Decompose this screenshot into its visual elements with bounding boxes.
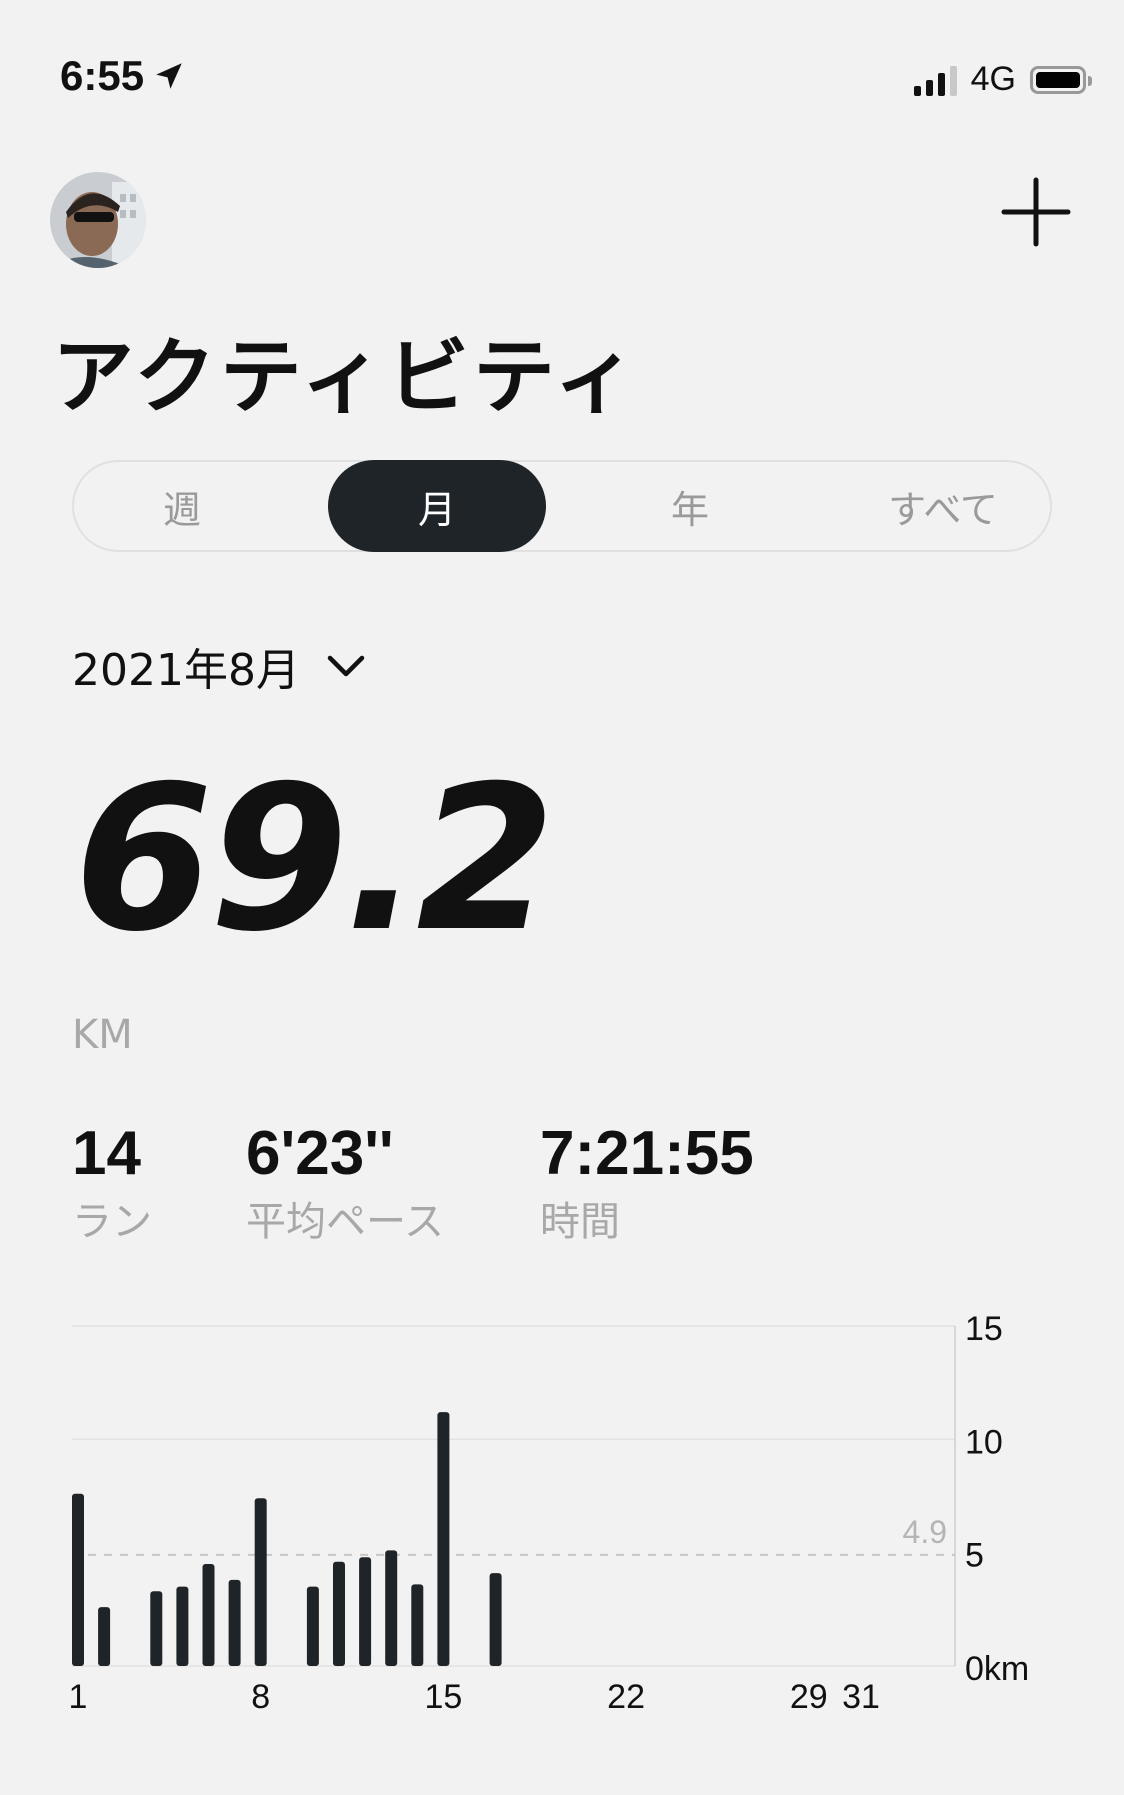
y-tick-label: 10 bbox=[965, 1423, 1003, 1461]
battery-icon bbox=[1030, 65, 1092, 94]
x-tick-label: 8 bbox=[251, 1678, 270, 1716]
total-distance: 69.2 bbox=[74, 743, 555, 976]
stat-time-label: 時間 bbox=[540, 1199, 620, 1245]
tab-all[interactable]: すべて bbox=[834, 460, 1052, 552]
period-label: 2021年8月 bbox=[72, 645, 300, 696]
status-indicators: 4G bbox=[913, 60, 1092, 99]
chart-bar bbox=[411, 1584, 424, 1666]
chevron-down-icon bbox=[327, 655, 365, 677]
chart-bar bbox=[176, 1586, 189, 1666]
y-tick-label: 15 bbox=[965, 1310, 1003, 1348]
x-tick-label: 22 bbox=[607, 1678, 645, 1716]
period-selector[interactable]: 2021年8月 bbox=[72, 634, 366, 698]
stat-pace-label: 平均ペース bbox=[246, 1199, 444, 1245]
chart-bar bbox=[359, 1557, 372, 1666]
y-tick-label: 5 bbox=[965, 1537, 984, 1575]
status-time: 6:55 bbox=[60, 52, 186, 100]
network-type: 4G bbox=[970, 60, 1016, 98]
stat-time-value: 7:21:55 bbox=[540, 1119, 754, 1188]
y-tick-label: 0km bbox=[965, 1650, 1029, 1688]
chart-bar bbox=[150, 1591, 163, 1666]
stat-pace-value: 6'23'' bbox=[246, 1119, 394, 1188]
x-tick-label: 1 bbox=[69, 1678, 88, 1716]
tab-month[interactable]: 月 bbox=[328, 460, 546, 552]
status-time-text: 6:55 bbox=[60, 52, 145, 99]
chart-bar bbox=[72, 1493, 84, 1666]
avatar[interactable] bbox=[50, 172, 146, 268]
x-tick-label: 15 bbox=[424, 1678, 462, 1716]
distance-unit: KM bbox=[72, 1012, 133, 1058]
tab-year[interactable]: 年 bbox=[582, 460, 798, 552]
chart-bar bbox=[202, 1564, 215, 1666]
page-title: アクティビティ bbox=[52, 330, 641, 425]
distance-bar-chart: 15 10 5 0km 4.9 1 8 15 22 29 31 bbox=[69, 1310, 1030, 1716]
plus-icon[interactable] bbox=[1000, 176, 1072, 248]
chart-bar bbox=[228, 1579, 241, 1666]
chart-bar bbox=[98, 1607, 111, 1666]
stat-time: 7:21:55 時間 bbox=[540, 1118, 754, 1247]
chart-bar bbox=[254, 1498, 267, 1666]
signal-icon bbox=[913, 64, 957, 96]
stat-runs-value: 14 bbox=[72, 1119, 141, 1188]
stat-pace: 6'23'' 平均ペース bbox=[246, 1118, 444, 1247]
period-tabs: 週 月 年 すべて bbox=[72, 460, 1052, 552]
location-arrow-icon bbox=[156, 63, 182, 89]
stat-runs-label: ラン bbox=[72, 1199, 152, 1245]
stat-runs: 14 ラン bbox=[72, 1118, 152, 1247]
chart-bar bbox=[437, 1412, 450, 1666]
chart-bar bbox=[306, 1586, 319, 1666]
chart-bar bbox=[385, 1550, 398, 1666]
chart-bar bbox=[333, 1561, 345, 1666]
chart-bar bbox=[489, 1573, 502, 1666]
tab-week[interactable]: 週 bbox=[74, 460, 290, 552]
average-label: 4.9 bbox=[903, 1514, 947, 1550]
x-tick-label: 31 bbox=[842, 1678, 880, 1716]
x-tick-label: 29 bbox=[790, 1678, 828, 1716]
